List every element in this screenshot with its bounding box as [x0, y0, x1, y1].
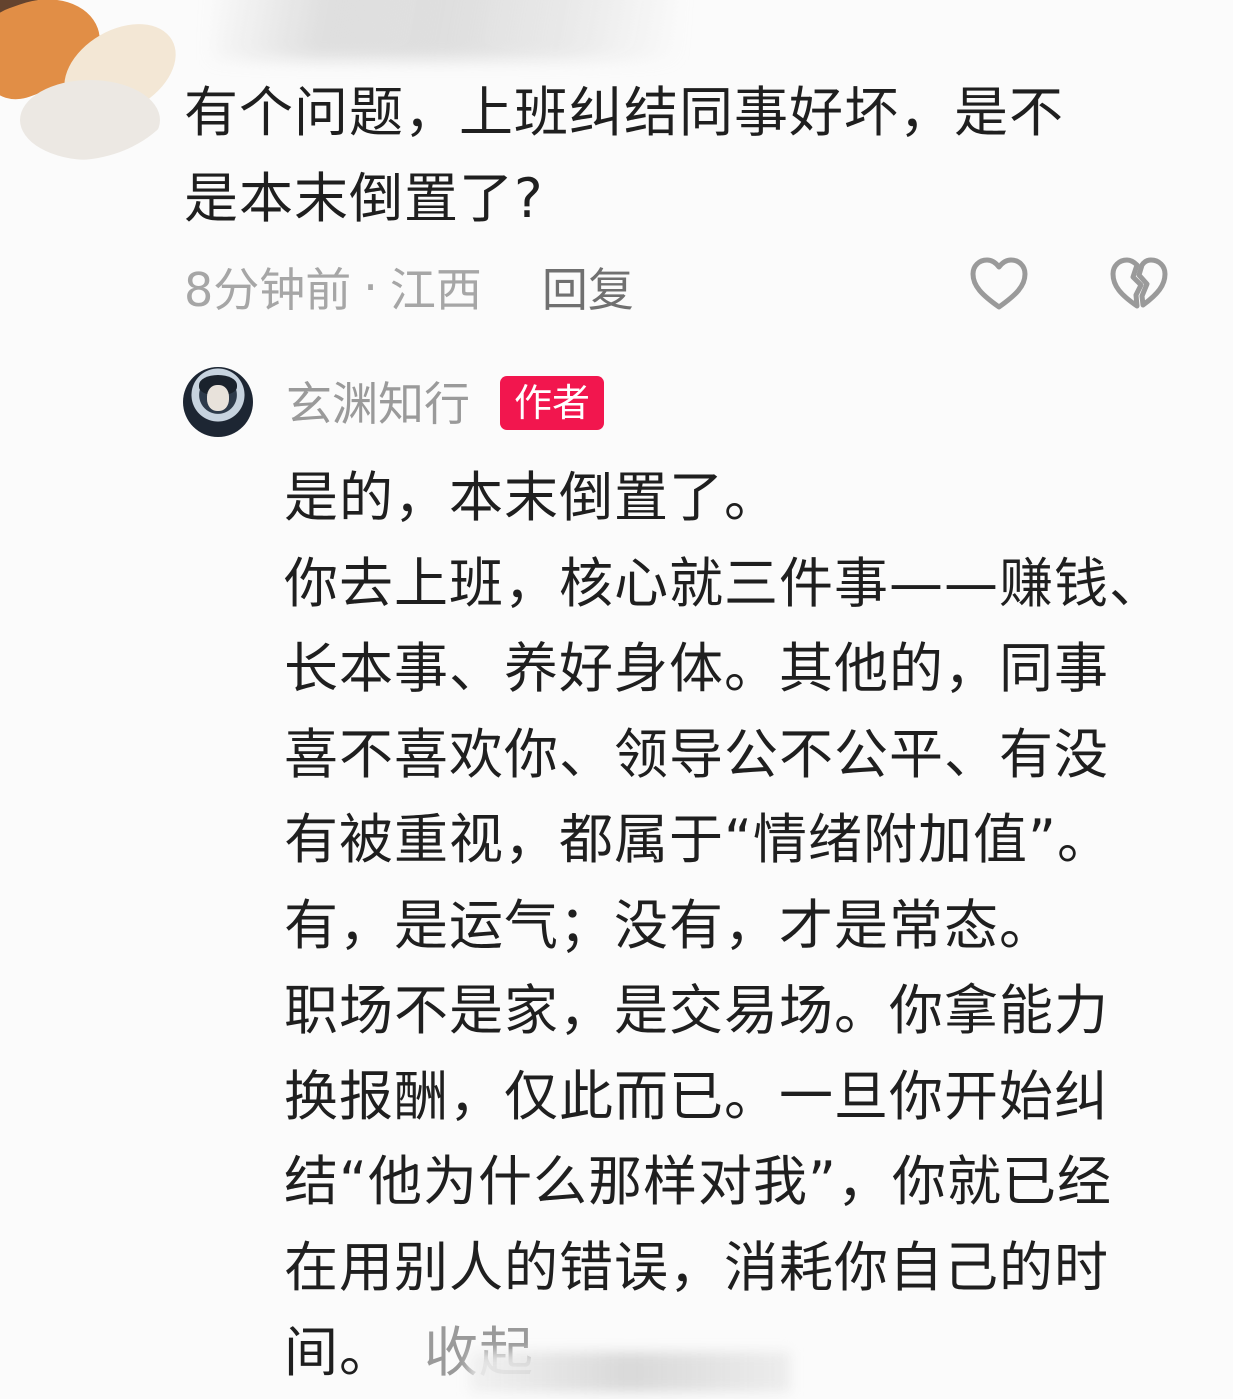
comment-text-line: 是本末倒置了?: [184, 167, 544, 230]
reply-text-line: 间。: [284, 1321, 394, 1384]
reply-text-line: 换报酬，仅此而已。一旦你开始纠: [284, 1064, 1109, 1128]
reply-text-line: 有被重视，都属于“情绪附加值”。: [284, 808, 1112, 871]
comment-time: 8分钟前: [184, 263, 352, 317]
comment-text-line: 有个问题，上班纠结同事好坏，是不: [184, 81, 1064, 144]
comment-thread: 有个问题，上班纠结同事好坏，是不 是本末倒置了? 8分钟前 · 江西 回复 玄渊…: [0, 0, 1233, 1399]
reply-text-line: 你去上班，核心就三件事——赚钱、: [284, 551, 1164, 615]
comment-text: 有个问题，上班纠结同事好坏，是不 是本末倒置了?: [184, 70, 1174, 242]
author-name[interactable]: 玄渊知行: [286, 375, 470, 433]
heart-outline-icon: [970, 257, 1028, 310]
commenter-avatar[interactable]: [0, 0, 190, 160]
author-avatar[interactable]: [183, 367, 253, 437]
author-badge: 作者: [500, 376, 605, 430]
comment-location: 江西: [389, 263, 482, 317]
reply-text-line: 有，是运气；没有，才是常态。: [284, 893, 1054, 957]
reply-text: 是的，本末倒置了。 你去上班，核心就三件事——赚钱、 长本事、养好身体。其他的，…: [284, 455, 1184, 1396]
reply-text-line: 喜不喜欢你、领导公不公平、有没: [284, 722, 1109, 786]
reply-text-line: 职场不是家，是交易场。你拿能力: [284, 979, 1109, 1042]
like-button[interactable]: [968, 255, 1030, 313]
dislike-button[interactable]: [1108, 255, 1170, 313]
comment-meta: 8分钟前 · 江西 回复: [184, 256, 634, 318]
reply-text-line: 是的，本末倒置了。: [284, 466, 779, 529]
reply-text-line: 长本事、养好身体。其他的，同事: [284, 637, 1109, 700]
broken-heart-outline-icon: [1110, 257, 1168, 309]
reply-text-line: 结“他为什么那样对我”，你就已经: [284, 1150, 1112, 1213]
bottom-blur-overlay: [470, 1352, 790, 1392]
reply-button[interactable]: 回复: [542, 254, 634, 320]
meta-separator: ·: [363, 260, 378, 314]
reply-text-line: 在用别人的错误，消耗你自己的时: [284, 1235, 1109, 1299]
blurred-username: [210, 0, 680, 60]
